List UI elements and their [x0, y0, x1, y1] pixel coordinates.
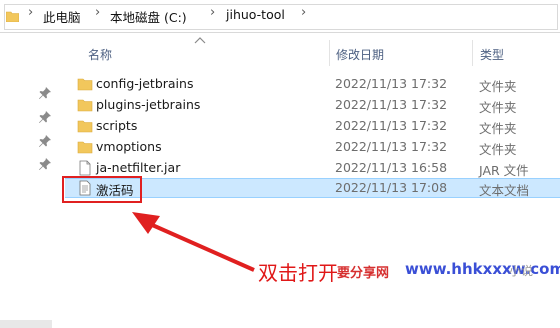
column-header-date[interactable]: 修改日期	[336, 46, 384, 63]
column-divider[interactable]	[329, 40, 330, 66]
file-type: 文件夹	[479, 79, 517, 94]
column-header-type[interactable]: 类型	[480, 46, 504, 63]
list-item[interactable]: plugins-jetbrains 2022/11/13 17:32 文件夹	[65, 95, 560, 115]
file-name: plugins-jetbrains	[96, 97, 201, 112]
list-item[interactable]: ja-netfilter.jar 2022/11/13 16:58 JAR 文件	[65, 158, 560, 178]
breadcrumb-local-disk[interactable]: 本地磁盘 (C:)	[110, 7, 187, 26]
pin-icon[interactable]	[38, 157, 52, 171]
navigation-pane	[0, 33, 60, 328]
horizontal-scrollbar[interactable]	[0, 320, 52, 328]
breadcrumb-separator: ›	[301, 5, 307, 20]
file-date: 2022/11/13 17:32	[335, 97, 448, 112]
breadcrumb-this-pc[interactable]: 此电脑	[43, 7, 81, 26]
watermark-text: 小说	[509, 264, 534, 278]
file-name: ja-netfilter.jar	[96, 160, 181, 175]
jar-file-icon	[79, 160, 91, 176]
file-name: scripts	[96, 118, 138, 133]
breadcrumb-jihuo-tool[interactable]: jihuo-tool	[226, 7, 285, 22]
annotation-label: 双击打开	[258, 261, 338, 285]
file-type: 文件夹	[479, 142, 517, 157]
breadcrumb-separator: ›	[210, 5, 216, 20]
folder-icon	[77, 120, 93, 133]
watermark-url: www.hhkxxxw.com	[405, 260, 560, 278]
folder-icon	[77, 141, 93, 154]
file-date: 2022/11/13 16:58	[335, 160, 448, 175]
sort-chevron-icon	[194, 37, 206, 44]
folder-icon	[77, 78, 93, 91]
file-date: 2022/11/13 17:32	[335, 76, 448, 91]
list-item[interactable]: vmoptions 2022/11/13 17:32 文件夹	[65, 137, 560, 157]
column-divider[interactable]	[472, 40, 473, 66]
breadcrumb-separator: ›	[95, 5, 101, 20]
red-arrow-icon	[132, 212, 255, 272]
address-bar: › 此电脑 › 本地磁盘 (C:) › jihuo-tool ›	[0, 0, 560, 33]
column-header-name[interactable]: 名称	[88, 46, 112, 63]
list-item[interactable]: scripts 2022/11/13 17:32 文件夹	[65, 116, 560, 136]
pin-icon[interactable]	[38, 134, 52, 148]
file-date: 2022/11/13 17:32	[335, 139, 448, 154]
file-type: 文本文档	[479, 183, 530, 198]
file-type: 文件夹	[479, 121, 517, 136]
file-type: JAR 文件	[479, 163, 529, 178]
pin-icon[interactable]	[38, 86, 52, 100]
file-name: config-jetbrains	[96, 76, 194, 91]
highlight-box	[62, 176, 142, 203]
watermark-text: 要分享网	[337, 266, 390, 281]
file-name: vmoptions	[96, 139, 162, 154]
file-type: 文件夹	[479, 100, 517, 115]
pin-icon[interactable]	[38, 110, 52, 124]
breadcrumb-separator: ›	[28, 5, 34, 20]
file-date: 2022/11/13 17:32	[335, 118, 448, 133]
folder-icon	[77, 99, 93, 112]
folder-icon	[6, 11, 19, 22]
list-item[interactable]: config-jetbrains 2022/11/13 17:32 文件夹	[65, 74, 560, 94]
file-date: 2022/11/13 17:08	[335, 180, 448, 195]
